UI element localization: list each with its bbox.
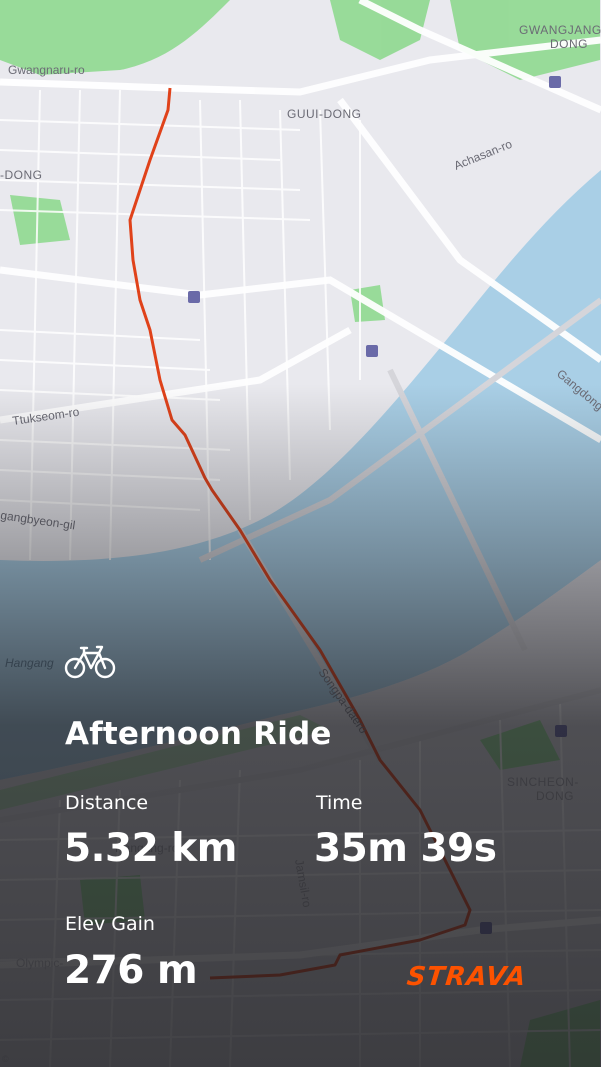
activity-overlay: Afternoon Ride Distance 5.32 km Time 35m… — [0, 0, 601, 1067]
elev-gain-value: 276 m — [64, 948, 198, 993]
time-value: 35m 39s — [314, 826, 497, 871]
activity-title: Afternoon Ride — [65, 716, 332, 752]
elev-gain-label: Elev Gain — [65, 913, 155, 935]
distance-value: 5.32 km — [64, 826, 237, 871]
strava-logo: STRAVA — [405, 962, 528, 992]
activity-share-card: GWANGJANG DONG Gwangnaru-ro GUUI-DONG -D… — [0, 0, 601, 1067]
time-label: Time — [316, 792, 363, 814]
distance-label: Distance — [65, 792, 149, 814]
bicycle-icon — [64, 645, 116, 679]
